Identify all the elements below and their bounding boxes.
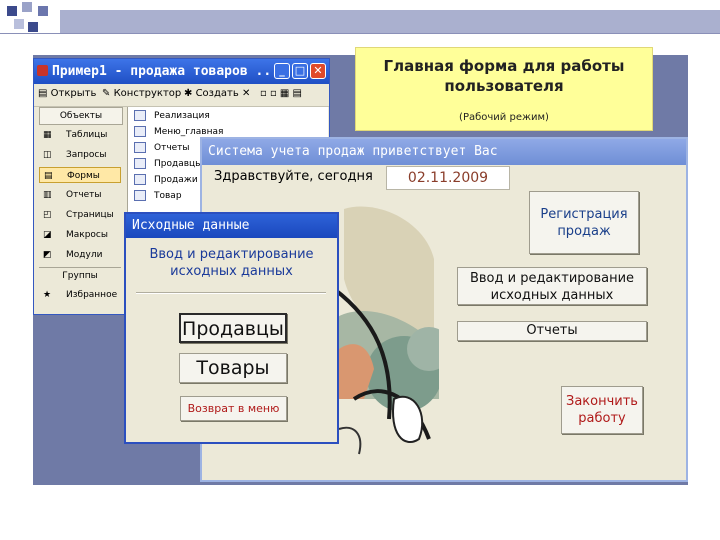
groups-label[interactable]: Группы <box>39 271 121 281</box>
decorative-plant-image <box>334 206 439 455</box>
caption-title-line: Главная форма для работы <box>383 57 625 75</box>
back-to-menu-button[interactable]: Возврат в меню <box>180 396 287 421</box>
sellers-button[interactable]: Продавцы <box>179 313 287 343</box>
object-label: Таблицы <box>66 130 108 140</box>
deco-square <box>38 6 48 16</box>
goods-button[interactable]: Товары <box>179 353 287 383</box>
open-label: Открыть <box>50 88 97 99</box>
form-icon <box>134 126 146 137</box>
main-form-titlebar[interactable]: Система учета продаж приветствует Вас <box>202 139 686 165</box>
heading-line: Ввод и редактирование <box>149 247 314 262</box>
source-data-title: Исходные данные <box>132 218 250 233</box>
caption-title: Главная форма для работы пользователя <box>356 56 652 96</box>
objects-header[interactable]: Объекты <box>39 107 123 125</box>
source-data-titlebar[interactable]: Исходные данные <box>126 214 337 238</box>
finish-work-label: работу <box>578 411 626 426</box>
page-icon: ◰ <box>43 210 52 220</box>
form-icon <box>134 190 146 201</box>
macro-icon: ◪ <box>43 230 52 240</box>
design-button[interactable]: ✎ Конструктор <box>102 88 181 99</box>
form-item[interactable]: Продажи <box>134 173 198 188</box>
register-sales-label: Регистрация <box>540 207 628 222</box>
slide-caption: Главная форма для работы пользователя (Р… <box>355 47 653 131</box>
minimize-button[interactable]: _ <box>274 63 290 79</box>
heading-divider <box>136 292 326 294</box>
object-label: Страницы <box>66 210 114 220</box>
create-button[interactable]: ✱ Создать <box>184 88 239 99</box>
object-forms[interactable]: ▤ Формы <box>39 167 121 183</box>
source-data-heading: Ввод и редактирование исходных данных <box>126 246 337 280</box>
group-favorites[interactable]: ★ Избранное <box>39 287 121 303</box>
edit-source-data-button[interactable]: Ввод и редактирование исходных данных <box>457 267 647 305</box>
deco-square <box>14 19 24 29</box>
access-app-icon <box>37 65 48 76</box>
main-form-title: Система учета продаж приветствует Вас <box>208 144 498 159</box>
form-icon: ▤ <box>44 171 53 181</box>
object-macros[interactable]: ◪ Макросы <box>39 227 121 243</box>
table-icon: ▦ <box>43 130 52 140</box>
form-icon <box>134 158 146 169</box>
delete-icon[interactable]: ✕ <box>242 88 250 99</box>
form-item[interactable]: Товар <box>134 189 182 204</box>
database-toolbar: ▤ Открыть ✎ Конструктор ✱ Создать ✕ ▫ ▫ … <box>34 84 329 107</box>
finish-work-label: Закончить <box>566 394 638 409</box>
database-window-title: Пример1 - продажа товаров ... <box>52 64 279 79</box>
deco-square <box>28 22 38 32</box>
caption-title-line: пользователя <box>444 77 564 95</box>
date-field[interactable]: 02.11.2009 <box>386 166 510 190</box>
object-pages[interactable]: ◰ Страницы <box>39 207 121 223</box>
open-button[interactable]: ▤ Открыть <box>38 88 96 99</box>
caption-subtitle: (Рабочий режим) <box>459 112 549 123</box>
object-modules[interactable]: ◩ Модули <box>39 247 121 263</box>
slide-divider <box>0 33 720 34</box>
favorites-icon: ★ <box>43 290 52 300</box>
object-label: Формы <box>67 171 100 181</box>
register-sales-button[interactable]: Регистрация продаж <box>529 191 639 254</box>
deco-square <box>22 2 32 12</box>
finish-work-button[interactable]: Закончить работу <box>561 386 643 434</box>
object-label: Модули <box>66 250 103 260</box>
report-icon: ▥ <box>43 190 52 200</box>
slide-header-bar <box>60 10 720 33</box>
object-label: Макросы <box>66 230 108 240</box>
query-icon: ◫ <box>43 150 52 160</box>
object-queries[interactable]: ◫ Запросы <box>39 147 121 163</box>
module-icon: ◩ <box>43 250 52 260</box>
edit-source-data-label: Ввод и редактирование <box>469 271 635 286</box>
object-tables[interactable]: ▦ Таблицы <box>39 127 121 143</box>
reports-button[interactable]: Отчеты <box>457 321 647 341</box>
form-item[interactable]: Реализация <box>134 109 210 124</box>
form-icon <box>134 110 146 121</box>
view-icon[interactable]: ▫ ▫ ▦ ▤ <box>260 88 302 99</box>
create-label: Создать <box>195 88 239 99</box>
edit-source-data-label: исходных данных <box>490 288 614 303</box>
design-label: Конструктор <box>113 88 182 99</box>
close-button[interactable]: ✕ <box>310 63 326 79</box>
database-window-titlebar[interactable]: Пример1 - продажа товаров ... _ □ ✕ <box>34 59 329 84</box>
source-data-form: Исходные данные Ввод и редактирование ис… <box>124 212 339 444</box>
deco-square <box>7 6 17 16</box>
form-icon <box>134 142 146 153</box>
form-item[interactable]: Отчеты <box>134 141 190 156</box>
objects-panel: Объекты ▦ Таблицы ◫ Запросы ▤ Формы ▥ Отчеты… <box>37 107 125 312</box>
heading-line: исходных данных <box>170 264 293 279</box>
object-label: Запросы <box>66 150 107 160</box>
register-sales-label: продаж <box>557 224 611 239</box>
object-label: Отчеты <box>66 190 102 200</box>
favorites-label: Избранное <box>66 290 118 300</box>
objects-divider <box>39 267 121 268</box>
form-icon <box>134 174 146 185</box>
form-item[interactable]: Продавцы <box>134 157 202 172</box>
maximize-button[interactable]: □ <box>292 63 308 79</box>
greeting-label: Здравствуйте, сегодня <box>214 169 373 184</box>
object-reports[interactable]: ▥ Отчеты <box>39 187 121 203</box>
